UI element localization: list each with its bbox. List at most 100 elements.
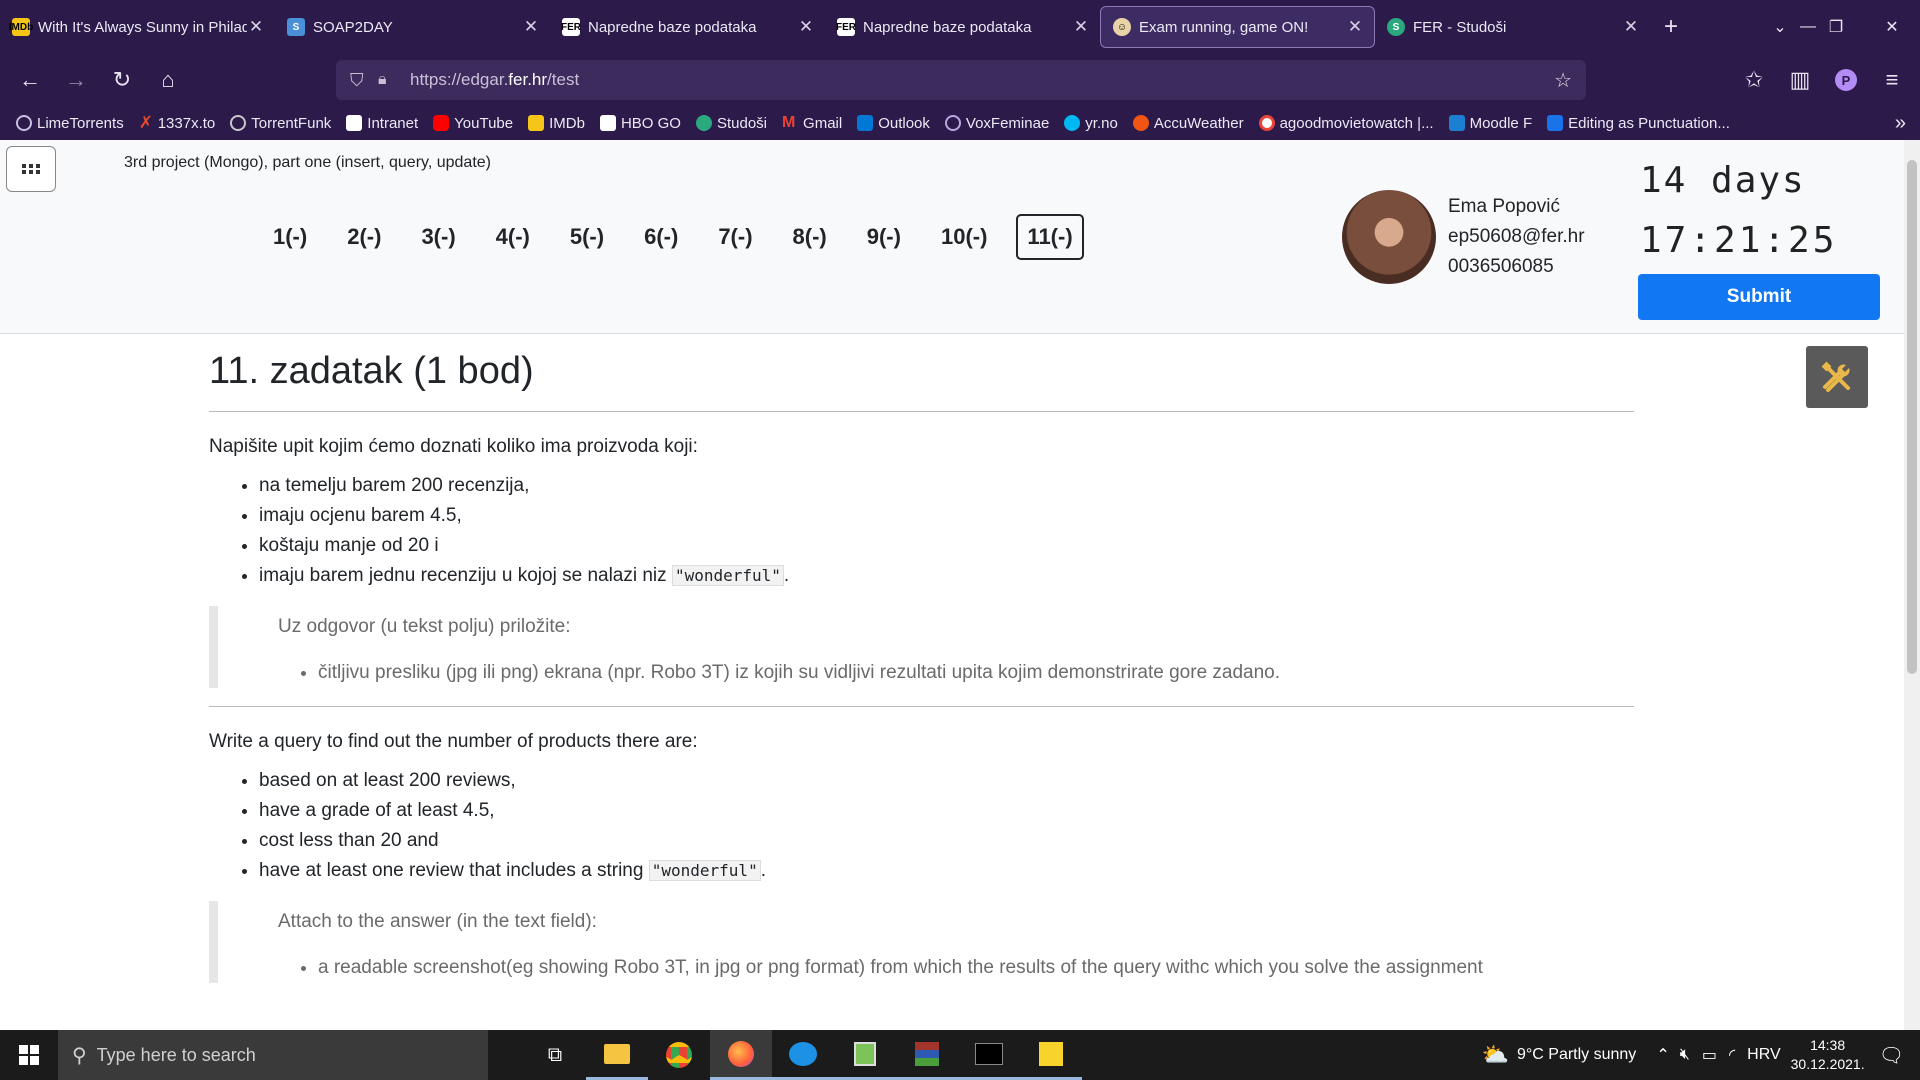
bookmark-item[interactable]: VoxFeminae bbox=[944, 115, 1049, 132]
bookmark-item[interactable]: ✗ 1337x.to bbox=[139, 114, 216, 132]
file-explorer-icon[interactable] bbox=[586, 1030, 648, 1080]
tab-title: Exam running, game ON! bbox=[1139, 18, 1309, 36]
menu-icon[interactable]: ≡ bbox=[1870, 60, 1914, 100]
notepad-icon[interactable] bbox=[834, 1030, 896, 1080]
bookmark-item[interactable]: Editing as Punctuation... bbox=[1547, 115, 1730, 132]
question-button-6[interactable]: 6(-) bbox=[633, 214, 689, 260]
question-button-8[interactable]: 8(-) bbox=[782, 214, 838, 260]
bookmark-label: TorrentFunk bbox=[251, 114, 332, 132]
bookmarks-bar: LimeTorrents ✗ 1337x.to TorrentFunk Intra… bbox=[0, 106, 1920, 140]
browser-tab[interactable]: FER Napredne baze podataka ✕ bbox=[825, 6, 1100, 48]
hr-criteria-list: na temelju barem 200 recenzija, imaju oc… bbox=[259, 474, 1634, 588]
list-item: imaju ocjenu barem 4.5, bbox=[259, 504, 1634, 528]
bookmark-item[interactable]: Intranet bbox=[346, 115, 418, 132]
url-bar[interactable]: ⛉ 🔒︎ https://edgar. fer.hr/test ☆ bbox=[336, 60, 1586, 100]
bookmark-item[interactable]: IMDb bbox=[528, 115, 585, 132]
question-button-11[interactable]: 11(-) bbox=[1016, 214, 1084, 260]
browser-tab[interactable]: IMDb With It's Always Sunny in Philade ✕ bbox=[0, 6, 275, 48]
wifi-icon[interactable]: ◜ bbox=[1729, 1045, 1735, 1065]
terminal-icon[interactable] bbox=[958, 1030, 1020, 1080]
chrome-icon[interactable] bbox=[648, 1030, 710, 1080]
browser-tab[interactable]: S FER - Studoši ✕ bbox=[1375, 6, 1650, 48]
bookmark-item[interactable]: agoodmovietowatch |... bbox=[1258, 115, 1434, 132]
profile-icon[interactable]: P bbox=[1824, 60, 1868, 100]
question-button-3[interactable]: 3(-) bbox=[410, 214, 466, 260]
project-title: 3rd project (Mongo), part one (insert, q… bbox=[124, 154, 491, 171]
bookmark-label: Gmail bbox=[803, 114, 843, 132]
home-icon[interactable]: ⌂ bbox=[146, 60, 190, 100]
tab-bar: IMDb With It's Always Sunny in Philade ✕… bbox=[0, 0, 1920, 54]
system-clock[interactable]: 14:38 30.12.2021. bbox=[1791, 1036, 1865, 1074]
bookmark-label: Moodle F bbox=[1469, 114, 1533, 132]
bookmark-item[interactable]: Studoši bbox=[695, 115, 767, 132]
close-tab-icon[interactable]: ✕ bbox=[247, 17, 265, 37]
firefox-icon[interactable] bbox=[710, 1030, 772, 1080]
language-indicator[interactable]: HRV bbox=[1747, 1046, 1781, 1064]
question-button-10[interactable]: 10(-) bbox=[930, 214, 998, 260]
new-tab-icon[interactable]: + bbox=[1664, 13, 1678, 41]
winrar-icon[interactable] bbox=[896, 1030, 958, 1080]
forward-icon[interactable]: → bbox=[54, 60, 98, 100]
close-tab-icon[interactable]: ✕ bbox=[1346, 17, 1364, 37]
en-intro: Write a query to find out the number of … bbox=[209, 731, 698, 752]
task-view-icon[interactable]: ⧉ bbox=[524, 1030, 586, 1080]
bookmark-item[interactable]: M Gmail bbox=[782, 115, 842, 132]
browser-tab-active[interactable]: ☺ Exam running, game ON! ✕ bbox=[1100, 6, 1375, 48]
user-id: 0036506085 bbox=[1448, 256, 1554, 277]
browser-tab[interactable]: FER Napredne baze podataka ✕ bbox=[550, 6, 825, 48]
more-bookmarks-icon[interactable]: » bbox=[1895, 112, 1906, 135]
system-tray: ⛅ 9°C Partly sunny ⌃ 🔇︎ ▭ ◜ HRV 14:38 30… bbox=[1482, 1030, 1920, 1080]
question-nav: 1(-) 2(-) 3(-) 4(-) 5(-) 6(-) 7(-) 8(-) … bbox=[262, 214, 1102, 260]
sidebar-icon[interactable]: ▥ bbox=[1778, 60, 1822, 100]
docker-icon[interactable] bbox=[772, 1030, 834, 1080]
close-tab-icon[interactable]: ✕ bbox=[797, 17, 815, 37]
bookmark-label: IMDb bbox=[549, 114, 585, 132]
bookmark-item[interactable]: yr.no bbox=[1064, 115, 1118, 132]
close-window-icon[interactable]: ✕ bbox=[1864, 0, 1920, 54]
start-button[interactable] bbox=[0, 1030, 58, 1080]
bookmark-item[interactable]: Moodle F bbox=[1448, 114, 1533, 132]
close-tab-icon[interactable]: ✕ bbox=[522, 17, 540, 37]
battery-icon[interactable]: ▭ bbox=[1702, 1045, 1717, 1065]
bookmark-item[interactable]: Outlook bbox=[857, 115, 930, 132]
mute-icon[interactable]: 🔇︎ bbox=[1680, 1046, 1690, 1064]
bookmark-label: Outlook bbox=[878, 114, 930, 132]
question-button-9[interactable]: 9(-) bbox=[856, 214, 912, 260]
code-snippet: "wonderful" bbox=[648, 860, 761, 881]
reload-icon[interactable]: ↻ bbox=[100, 60, 144, 100]
back-icon[interactable]: ← bbox=[8, 60, 52, 100]
url-prefix: https://edgar. bbox=[410, 70, 509, 89]
browser-tab[interactable]: S SOAP2DAY ✕ bbox=[275, 6, 550, 48]
bookmark-item[interactable]: YouTube bbox=[433, 115, 513, 132]
close-tab-icon[interactable]: ✕ bbox=[1072, 17, 1090, 37]
bookmark-item[interactable]: TorrentFunk bbox=[230, 115, 331, 132]
notifications-icon[interactable]: 🗨︎ bbox=[1879, 1043, 1904, 1068]
taskbar-search[interactable]: ⚲ Type here to search bbox=[58, 1030, 488, 1080]
page-scrollbar[interactable] bbox=[1904, 140, 1920, 1030]
weather-text[interactable]: 9°C Partly sunny bbox=[1517, 1046, 1636, 1064]
app-menu-button[interactable] bbox=[6, 146, 56, 192]
close-tab-icon[interactable]: ✕ bbox=[1622, 17, 1640, 37]
sticky-notes-icon[interactable] bbox=[1020, 1030, 1082, 1080]
imdb-icon bbox=[528, 115, 545, 131]
submit-button[interactable]: Submit bbox=[1638, 274, 1880, 320]
nav-bar: ← → ↻ ⌂ ⛉ 🔒︎ https://edgar. fer.hr/test ☆… bbox=[0, 54, 1920, 106]
url-path: /test bbox=[547, 70, 580, 89]
pocket-icon[interactable]: ✩ bbox=[1732, 60, 1776, 100]
chevron-up-icon[interactable]: ⌃ bbox=[1656, 1045, 1669, 1065]
question-button-1[interactable]: 1(-) bbox=[262, 214, 318, 260]
question-button-4[interactable]: 4(-) bbox=[485, 214, 541, 260]
bookmark-item[interactable]: HBO GO bbox=[599, 115, 681, 132]
tools-button[interactable] bbox=[1806, 346, 1868, 408]
bookmark-star-icon[interactable]: ☆ bbox=[1554, 68, 1572, 93]
question-button-5[interactable]: 5(-) bbox=[559, 214, 615, 260]
en-criteria-list: based on at least 200 reviews, have a gr… bbox=[259, 769, 1634, 883]
question-button-2[interactable]: 2(-) bbox=[336, 214, 392, 260]
question-button-7[interactable]: 7(-) bbox=[707, 214, 763, 260]
restore-icon[interactable]: ❐ bbox=[1808, 0, 1864, 54]
bookmark-item[interactable]: LimeTorrents bbox=[16, 115, 124, 132]
bookmark-item[interactable]: AccuWeather bbox=[1132, 115, 1244, 132]
scrollbar-thumb[interactable] bbox=[1907, 160, 1917, 674]
soap2day-icon: S bbox=[287, 18, 305, 36]
user-email: ep50608@fer.hr bbox=[1448, 226, 1585, 247]
